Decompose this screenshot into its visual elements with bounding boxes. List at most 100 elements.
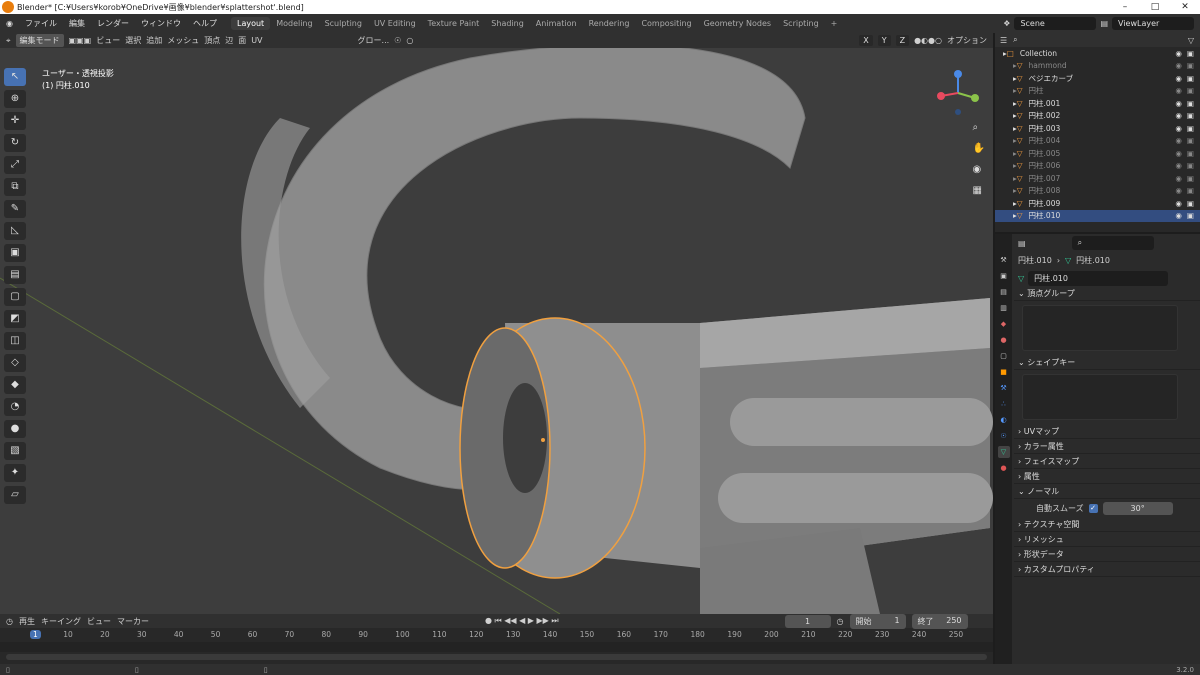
outliner-search-icon[interactable]: ⌕	[1013, 35, 1017, 45]
render-camera-icon[interactable]: ▣	[1187, 211, 1194, 220]
cursor-icon[interactable]: ⊕	[4, 90, 26, 108]
visibility-eye-icon[interactable]: ◉	[1175, 211, 1182, 220]
render-camera-icon[interactable]: ▣	[1187, 74, 1194, 83]
visibility-eye-icon[interactable]: ◉	[1175, 174, 1182, 183]
physics-tab-icon[interactable]: ◐	[998, 414, 1010, 426]
rotate-icon[interactable]: ↻	[4, 134, 26, 152]
menu-render[interactable]: レンダー	[91, 18, 135, 29]
blender-menu-icon[interactable]: ◉	[0, 19, 19, 28]
material-tab-icon[interactable]: ●	[998, 462, 1010, 474]
visibility-eye-icon[interactable]: ◉	[1175, 124, 1182, 133]
outliner-object-row[interactable]: ▸ ▽ 円柱.005 ◉ ▣	[995, 147, 1200, 160]
proportional-icon[interactable]: ○	[406, 36, 413, 45]
loop-cut-icon[interactable]: ◫	[4, 332, 26, 350]
scene-field[interactable]: Scene	[1014, 17, 1097, 30]
tab-texture-paint[interactable]: Texture Paint	[422, 17, 486, 30]
tab-shading[interactable]: Shading	[485, 17, 530, 30]
collection-tab-icon[interactable]: ▢	[998, 350, 1010, 362]
outliner-object-row[interactable]: ▸ ▽ 円柱.003 ◉ ▣	[995, 122, 1200, 135]
visibility-eye-icon[interactable]: ◉	[1175, 86, 1182, 95]
mesh-name-field[interactable]: 円柱.010	[1028, 270, 1169, 286]
visibility-eye-icon[interactable]: ◉	[1175, 186, 1182, 195]
timeline-tracks[interactable]	[0, 642, 993, 652]
menu-edit[interactable]: 編集	[63, 18, 91, 29]
render-camera-icon[interactable]: ▣	[1187, 199, 1194, 208]
render-camera-icon[interactable]: ▣	[1187, 86, 1194, 95]
outliner-object-row[interactable]: ▸ ▽ 円柱.002 ◉ ▣	[995, 110, 1200, 123]
spin-icon[interactable]: ◔	[4, 398, 26, 416]
measure-icon[interactable]: ◺	[4, 222, 26, 240]
properties-type-icon[interactable]: ▤	[1018, 239, 1026, 248]
menu-vertex[interactable]: 頂点	[204, 35, 220, 46]
timeline-scrollbar[interactable]	[6, 654, 987, 660]
tab-animation[interactable]: Animation	[530, 17, 583, 30]
visibility-eye-icon[interactable]: ◉	[1175, 61, 1182, 70]
visibility-eye-icon[interactable]: ◉	[1175, 74, 1182, 83]
axis-y-toggle[interactable]: Y	[877, 35, 891, 46]
camera-icon[interactable]: ◉	[973, 164, 985, 175]
close-icon[interactable]: ✕	[1170, 2, 1200, 12]
render-camera-icon[interactable]: ▣	[1187, 161, 1194, 170]
menu-keying[interactable]: キーイング	[41, 616, 81, 627]
particles-tab-icon[interactable]: ∴	[998, 398, 1010, 410]
shading-mode-icons[interactable]: ●◐●○	[914, 36, 942, 45]
add-workspace-icon[interactable]: +	[825, 17, 844, 30]
navigation-gizmo[interactable]	[935, 70, 981, 116]
tab-layout[interactable]: Layout	[230, 17, 271, 30]
view-layer-field[interactable]: ViewLayer	[1112, 17, 1194, 30]
outliner-object-row[interactable]: ▸ ▽ 円柱.006 ◉ ▣	[995, 160, 1200, 173]
object-tab-icon[interactable]: ■	[998, 366, 1010, 378]
outliner-object-row[interactable]: ▸ ▽ 円柱.007 ◉ ▣	[995, 172, 1200, 185]
smooth-icon[interactable]: ●	[4, 420, 26, 438]
visibility-eye-icon[interactable]: ◉	[1175, 136, 1182, 145]
inset-icon[interactable]: ▢	[4, 288, 26, 306]
output-tab-icon[interactable]: ▤	[998, 286, 1010, 298]
menu-mesh[interactable]: メッシュ	[167, 35, 199, 46]
shear-icon[interactable]: ✦	[4, 464, 26, 482]
outliner-object-row[interactable]: ▸ ▽ 円柱.009 ◉ ▣	[995, 197, 1200, 210]
world-tab-icon[interactable]: ●	[998, 334, 1010, 346]
mesh-data-tab-icon[interactable]: ▽	[997, 446, 1010, 458]
select-mode-icons[interactable]: ▣▣▣	[69, 36, 92, 45]
section-texture-space[interactable]: › テクスチャ空間	[1014, 517, 1200, 532]
menu-view[interactable]: ビュー	[96, 35, 120, 46]
render-camera-icon[interactable]: ▣	[1187, 174, 1194, 183]
section-face-maps[interactable]: › フェイスマップ	[1014, 454, 1200, 469]
menu-uv[interactable]: UV	[251, 36, 262, 45]
outliner-object-row[interactable]: ▸ ▽ 円柱 ◉ ▣	[995, 85, 1200, 98]
outliner-collection-row[interactable]: ▸ □ Collection ◉ ▣	[995, 47, 1200, 60]
section-color-attributes[interactable]: › カラー属性	[1014, 439, 1200, 454]
current-frame-field[interactable]: 1	[784, 614, 831, 628]
transform-orientation[interactable]: グロー...	[358, 35, 390, 46]
menu-file[interactable]: ファイル	[19, 18, 63, 29]
rip-icon[interactable]: ▱	[4, 486, 26, 504]
frame-ruler[interactable]: 1 10 20 30 40 50 60 70 80 90 100 110 120 130 140 150 160…	[0, 628, 993, 642]
bevel-icon[interactable]: ◩	[4, 310, 26, 328]
menu-edge[interactable]: 辺	[225, 35, 233, 46]
outliner-object-row[interactable]: ▸ ▽ ベジエカーブ ◉ ▣	[995, 72, 1200, 85]
zoom-icon[interactable]: ⌕	[973, 122, 985, 133]
outliner-object-row[interactable]: ▸ ▽ 円柱.008 ◉ ▣	[995, 185, 1200, 198]
transform-icon[interactable]: ⧉	[4, 178, 26, 196]
render-camera-icon[interactable]: ▣	[1187, 99, 1194, 108]
menu-select[interactable]: 選択	[125, 35, 141, 46]
section-shape-keys[interactable]: ⌄ シェイプキー	[1014, 355, 1200, 370]
scale-icon[interactable]: ⤢	[4, 156, 26, 174]
outliner-object-row[interactable]: ▸ ▽ hammond ◉ ▣	[995, 60, 1200, 73]
vertex-groups-list[interactable]	[1022, 305, 1178, 351]
start-frame-field[interactable]: 開始 1	[849, 613, 906, 629]
menu-face[interactable]: 面	[238, 35, 246, 46]
render-camera-icon[interactable]: ▣	[1187, 124, 1194, 133]
tool-tab-icon[interactable]: ⚒	[998, 254, 1010, 266]
axis-z-toggle[interactable]: Z	[895, 35, 910, 46]
visibility-eye-icon[interactable]: ◉	[1175, 199, 1182, 208]
extrude-icon[interactable]: ▤	[4, 266, 26, 284]
select-box-icon[interactable]: ↖	[4, 68, 26, 86]
tab-geometry-nodes[interactable]: Geometry Nodes	[698, 17, 777, 30]
section-vertex-groups[interactable]: ⌄ 頂点グループ	[1014, 286, 1200, 301]
timeline-type-icon[interactable]: ◷	[6, 617, 13, 626]
visibility-eye-icon[interactable]: ◉	[1175, 149, 1182, 158]
section-normals[interactable]: ⌄ ノーマル	[1014, 484, 1200, 499]
outliner-type-icon[interactable]: ☰	[1000, 36, 1007, 45]
scene-tab-icon[interactable]: ◆	[998, 318, 1010, 330]
